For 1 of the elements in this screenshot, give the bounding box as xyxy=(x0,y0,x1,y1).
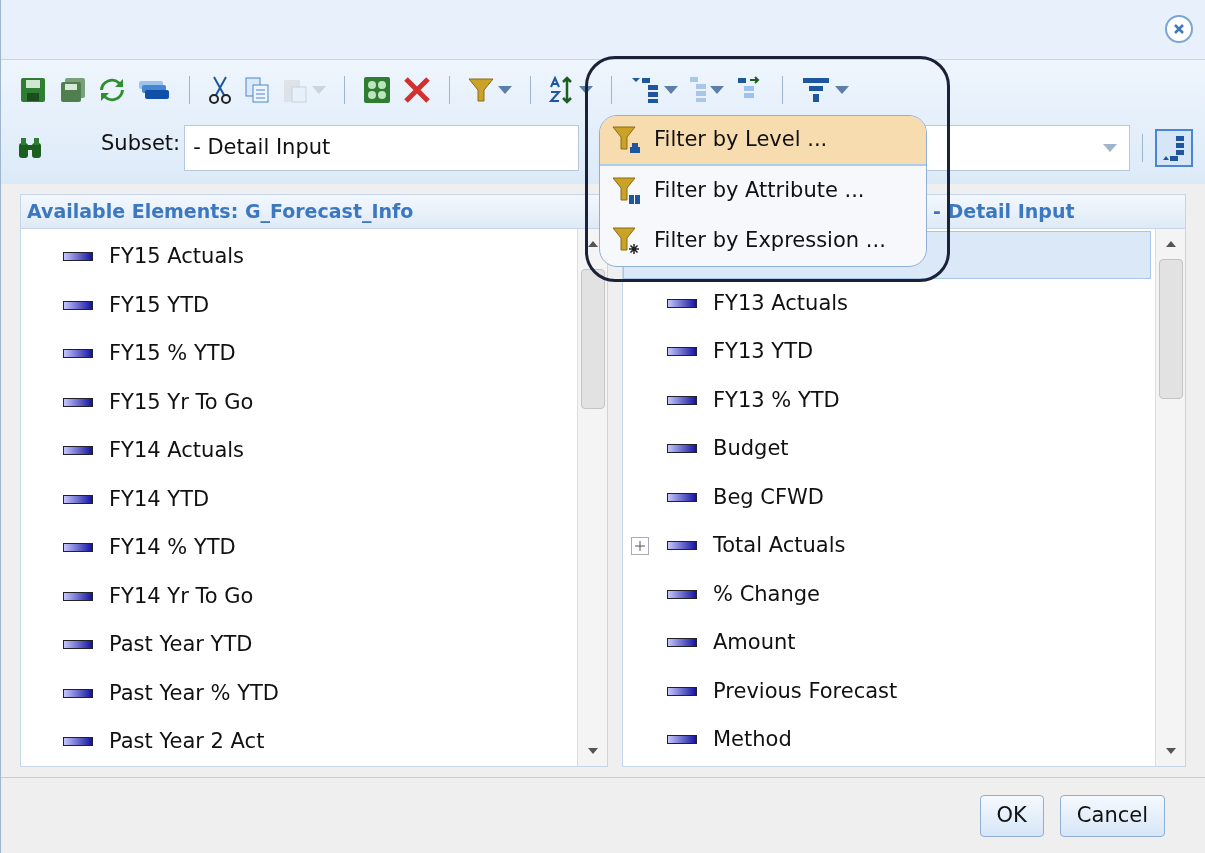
subset-label: Subset: xyxy=(101,129,181,157)
